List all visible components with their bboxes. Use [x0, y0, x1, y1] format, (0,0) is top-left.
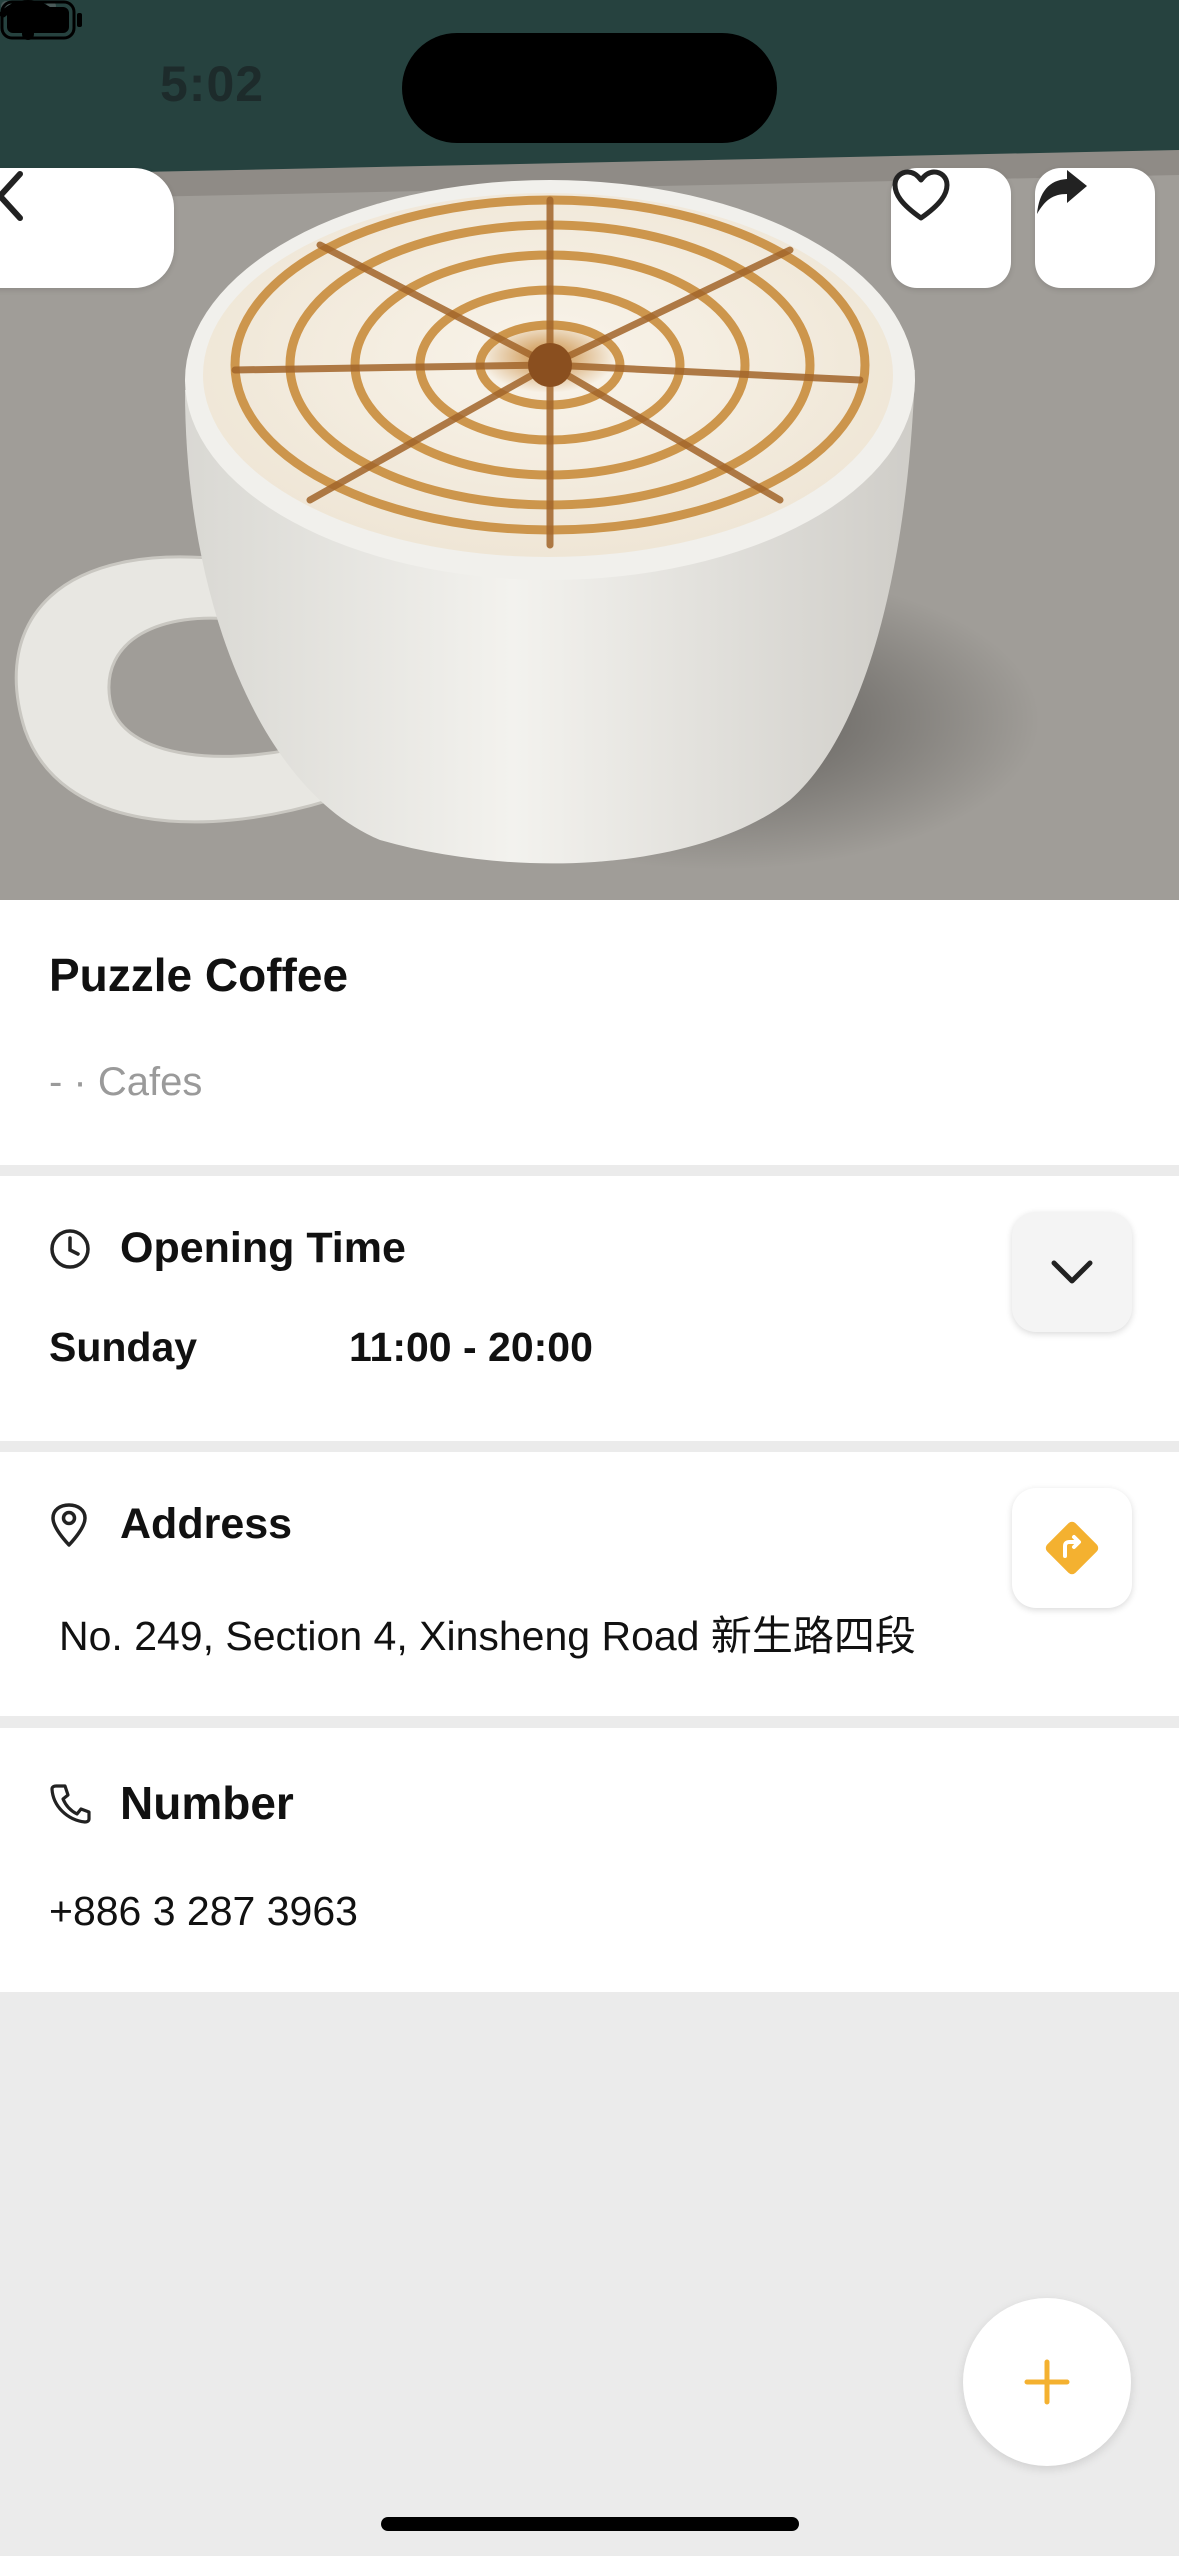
hero-photo: 5:02 [0, 0, 1179, 900]
opening-day: Sunday [49, 1324, 198, 1370]
opening-time-card: Opening Time Sunday 11:00 - 20:00 [0, 1176, 1179, 1441]
phone-card: Number +886 3 287 3963 [0, 1728, 1179, 1992]
directions-icon [1045, 1521, 1099, 1575]
phone-number[interactable]: +886 3 287 3963 [49, 1888, 358, 1935]
favorite-button[interactable] [891, 168, 1011, 288]
place-category: - · Cafes [49, 1060, 203, 1104]
place-header-card: Puzzle Coffee - · Cafes [0, 900, 1179, 1165]
address-card: Address No. 249, Section 4, Xinsheng Roa… [0, 1452, 1179, 1716]
chevron-left-icon [0, 171, 23, 221]
location-pin-icon [51, 1503, 87, 1547]
directions-button[interactable] [1012, 1488, 1132, 1608]
share-button[interactable] [1035, 168, 1155, 288]
phone-title: Number [120, 1777, 294, 1829]
status-time: 5:02 [160, 56, 265, 112]
opening-hours: 11:00 - 20:00 [349, 1324, 593, 1370]
dynamic-island [402, 33, 777, 143]
battery-icon [0, 0, 82, 40]
home-indicator[interactable] [381, 2517, 799, 2531]
add-button[interactable] [963, 2298, 1131, 2466]
heart-icon [892, 169, 950, 221]
clock-icon [50, 1229, 90, 1269]
expand-hours-button[interactable] [1012, 1212, 1132, 1332]
address-title: Address [120, 1500, 293, 1548]
opening-time-title: Opening Time [120, 1224, 406, 1272]
place-name: Puzzle Coffee [49, 949, 349, 1001]
back-button[interactable] [0, 168, 174, 288]
plus-icon [1024, 2359, 1070, 2405]
phone-icon [50, 1784, 91, 1824]
address-text[interactable]: No. 249, Section 4, Xinsheng Road 新生路四段 [59, 1602, 916, 1662]
chevron-down-icon [1051, 1260, 1093, 1284]
share-arrow-icon [1037, 170, 1087, 214]
